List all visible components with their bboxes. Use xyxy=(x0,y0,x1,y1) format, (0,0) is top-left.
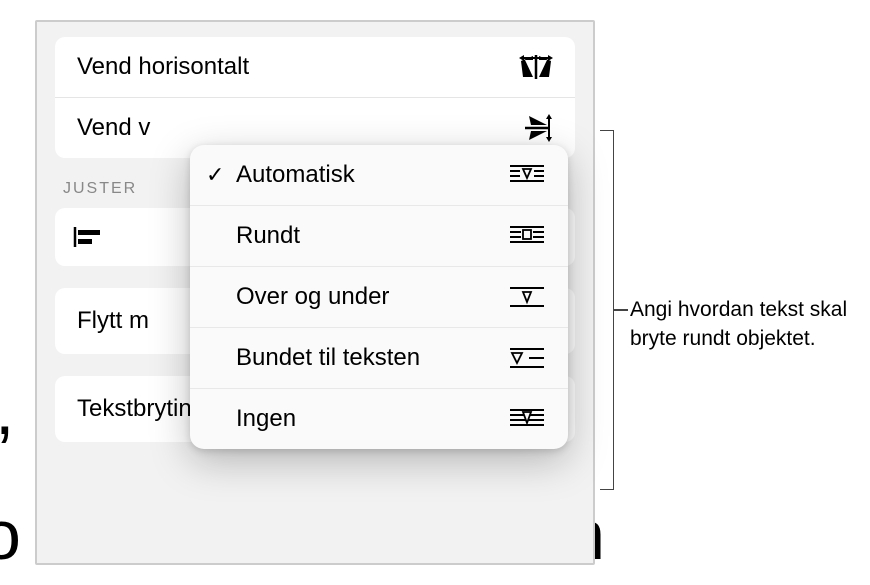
flip-vertical-icon xyxy=(519,114,553,142)
popup-item-above-below[interactable]: Over og under xyxy=(190,266,568,327)
text-wrap-popup: ✓ Automatisk Rundt xyxy=(190,145,568,449)
background-glyph: , xyxy=(0,370,14,450)
popup-item-label: Rundt xyxy=(236,222,510,250)
flip-horizontal-label: Vend horisontalt xyxy=(77,53,249,81)
flip-card: Vend horisontalt Vend v xyxy=(55,37,575,158)
annotation-bracket xyxy=(600,130,614,490)
background-glyph: o xyxy=(0,495,21,575)
popup-item-label: Ingen xyxy=(236,405,510,433)
popup-item-none[interactable]: Ingen xyxy=(190,388,568,449)
wrap-auto-icon xyxy=(510,163,544,187)
annotation-text: Angi hvordan tekst skal bryte rundt obje… xyxy=(630,295,850,354)
wrap-none-icon xyxy=(510,407,544,431)
flip-horizontal-row[interactable]: Vend horisontalt xyxy=(55,37,575,97)
align-left-icon xyxy=(73,225,103,249)
popup-item-label: Over og under xyxy=(236,283,510,311)
popup-item-inline[interactable]: Bundet til teksten xyxy=(190,327,568,388)
wrap-around-icon xyxy=(510,224,544,248)
popup-item-label: Automatisk xyxy=(236,161,510,189)
popup-item-label: Bundet til teksten xyxy=(236,344,510,372)
popup-item-automatic[interactable]: ✓ Automatisk xyxy=(190,145,568,205)
move-with-text-label: Flytt m xyxy=(77,307,149,335)
wrap-inline-icon xyxy=(510,346,544,370)
wrap-topbottom-icon xyxy=(510,285,544,309)
popup-item-around[interactable]: Rundt xyxy=(190,205,568,266)
text-wrap-label: Tekstbryting xyxy=(77,395,205,423)
flip-vertical-label: Vend v xyxy=(77,114,150,142)
checkmark-icon: ✓ xyxy=(206,162,236,188)
flip-horizontal-icon xyxy=(519,53,553,81)
annotation-bracket-tick xyxy=(614,309,628,311)
